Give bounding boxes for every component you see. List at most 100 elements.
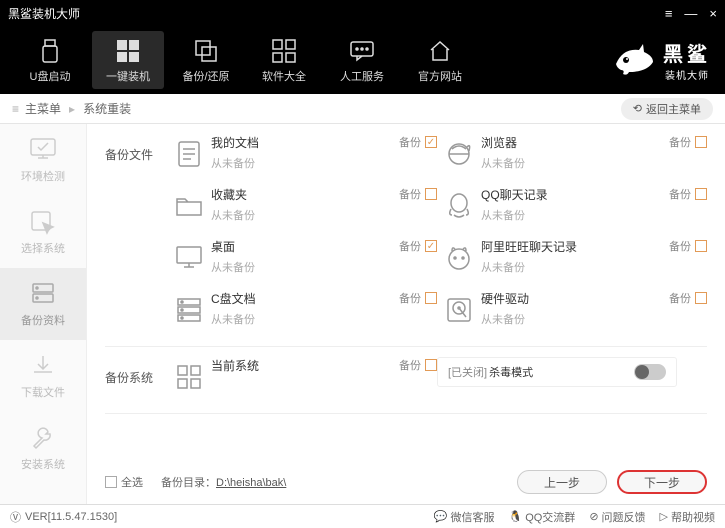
- usb-icon: [39, 36, 61, 66]
- item-name: 收藏夹: [211, 186, 393, 203]
- version-text: VER[11.5.47.1530]: [25, 511, 117, 523]
- windows-outline-icon: [167, 357, 211, 397]
- section-title: 备份系统: [105, 357, 167, 409]
- nav-label: 官方网站: [418, 68, 462, 84]
- brand-name: 黑鲨: [663, 38, 711, 67]
- sidebar-item-env[interactable]: 环境检测: [0, 124, 86, 196]
- select-all[interactable]: 全选: [105, 474, 143, 490]
- nav-label: 软件大全: [262, 68, 306, 84]
- back-label: 返回主菜单: [646, 101, 701, 117]
- back-button[interactable]: ⟲ 返回主菜单: [621, 98, 713, 120]
- checkbox[interactable]: [695, 188, 707, 200]
- link-qq[interactable]: 🐧QQ交流群: [508, 509, 575, 525]
- checkbox[interactable]: [105, 476, 117, 488]
- nav-software[interactable]: 软件大全: [248, 31, 320, 89]
- select-all-label: 全选: [121, 474, 143, 490]
- nav-label: U盘启动: [30, 68, 71, 84]
- link-wechat[interactable]: 💬微信客服: [434, 509, 495, 525]
- nav-backup[interactable]: 备份/还原: [170, 31, 242, 89]
- list-icon: ≡: [12, 102, 19, 116]
- checkbox[interactable]: [425, 359, 437, 371]
- item-sub: 从未备份: [211, 259, 393, 275]
- nav-service[interactable]: 人工服务: [326, 31, 398, 89]
- killmode-toggle[interactable]: [634, 364, 666, 380]
- feedback-icon: ⊘: [589, 510, 598, 523]
- download-icon: [28, 352, 58, 380]
- nav-onekey[interactable]: 一键装机: [92, 31, 164, 89]
- checkbox[interactable]: [425, 292, 437, 304]
- item-browser: 浏览器从未备份 备份: [437, 134, 707, 174]
- dir-label: 备份目录：: [161, 477, 216, 489]
- cursor-select-icon: [28, 208, 58, 236]
- checkbox[interactable]: [425, 188, 437, 200]
- top-nav: U盘启动 一键装机 备份/还原 软件大全 人工服务 官方网站 黑鲨 装机大师: [0, 26, 725, 94]
- item-ww: 阿里旺旺聊天记录从未备份 备份: [437, 238, 707, 278]
- item-qq: QQ聊天记录从未备份 备份: [437, 186, 707, 226]
- sidebar-item-select[interactable]: 选择系统: [0, 196, 86, 268]
- nav-usb[interactable]: U盘启动: [14, 31, 86, 89]
- sidebar-label: 选择系统: [21, 240, 65, 256]
- crumb-page: 系统重装: [83, 100, 131, 117]
- close-icon[interactable]: ×: [709, 6, 717, 21]
- item-sub: 从未备份: [481, 259, 663, 275]
- nav-label: 一键装机: [106, 68, 150, 84]
- sidebar-item-install[interactable]: 安装系统: [0, 412, 86, 484]
- sidebar-label: 下载文件: [21, 384, 65, 400]
- back-icon: ⟲: [633, 102, 642, 115]
- item-desktop: 桌面从未备份 备份✓: [167, 238, 437, 278]
- prev-button[interactable]: 上一步: [517, 470, 607, 494]
- bk-label: 备份: [669, 238, 691, 254]
- nav-site[interactable]: 官方网站: [404, 31, 476, 89]
- version-icon: Ⓥ: [10, 509, 21, 525]
- item-sub: 从未备份: [211, 207, 393, 223]
- desktop-icon: [167, 238, 211, 278]
- sidebar-item-download[interactable]: 下载文件: [0, 340, 86, 412]
- item-docs: 我的文档从未备份 备份✓: [167, 134, 437, 174]
- sidebar-label: 安装系统: [21, 456, 65, 472]
- dir-path[interactable]: D:\heisha\bak\: [216, 477, 286, 489]
- bk-label: 备份: [669, 186, 691, 202]
- bk-label: 备份: [669, 290, 691, 306]
- item-sub: 从未备份: [481, 207, 663, 223]
- minimize-icon[interactable]: —: [684, 6, 697, 21]
- sidebar-label: 备份资料: [21, 312, 65, 328]
- nav-label: 备份/还原: [182, 68, 229, 84]
- main: 环境检测 选择系统 备份资料 下载文件 安装系统 备份文件: [0, 124, 725, 504]
- qq-group-icon: 🐧: [508, 510, 522, 523]
- item-cdisk: C盘文档从未备份 备份: [167, 290, 437, 330]
- item-hw: 硬件驱动从未备份 备份: [437, 290, 707, 330]
- grid-icon: [271, 36, 297, 66]
- checkbox[interactable]: [695, 292, 707, 304]
- item-name: 阿里旺旺聊天记录: [481, 238, 663, 255]
- menu-icon[interactable]: ≡: [665, 6, 673, 21]
- killmode-cell: [已关闭] 杀毒模式: [437, 357, 707, 387]
- next-button[interactable]: 下一步: [617, 470, 707, 494]
- link-feedback[interactable]: ⊘问题反馈: [589, 509, 645, 525]
- sidebar-item-data[interactable]: 备份资料: [0, 268, 86, 340]
- play-icon: ▷: [660, 510, 668, 523]
- link-help[interactable]: ▷帮助视频: [660, 509, 715, 525]
- item-sub: 从未备份: [211, 155, 393, 171]
- shark-icon: [611, 40, 657, 80]
- crumb-sep: ▸: [69, 102, 75, 116]
- backup-system-section: 备份系统 当前系统 备份 [已关闭] 杀毒模式: [105, 357, 707, 409]
- backup-files-section: 备份文件 我的文档从未备份 备份✓ 浏览器从未备份 备份: [105, 134, 707, 342]
- statusbar: Ⓥ VER[11.5.47.1530] 💬微信客服 🐧QQ交流群 ⊘问题反馈 ▷…: [0, 504, 725, 528]
- crumb-root[interactable]: 主菜单: [25, 100, 61, 117]
- checkbox[interactable]: [695, 240, 707, 252]
- document-icon: [167, 134, 211, 174]
- backup-dir: 备份目录：D:\heisha\bak\: [161, 474, 286, 490]
- sidebar-label: 环境检测: [21, 168, 65, 184]
- killmode-label: 杀毒模式: [489, 364, 533, 380]
- killmode-status: [已关闭]: [448, 364, 487, 380]
- item-name: 浏览器: [481, 134, 663, 151]
- brand-sub: 装机大师: [665, 67, 709, 82]
- divider: [105, 346, 707, 347]
- wangwang-icon: [437, 238, 481, 278]
- checkbox[interactable]: ✓: [425, 240, 437, 252]
- item-name: QQ聊天记录: [481, 186, 663, 203]
- wechat-icon: 💬: [434, 510, 448, 523]
- checkbox[interactable]: [695, 136, 707, 148]
- server-stack-icon: [167, 290, 211, 330]
- checkbox[interactable]: ✓: [425, 136, 437, 148]
